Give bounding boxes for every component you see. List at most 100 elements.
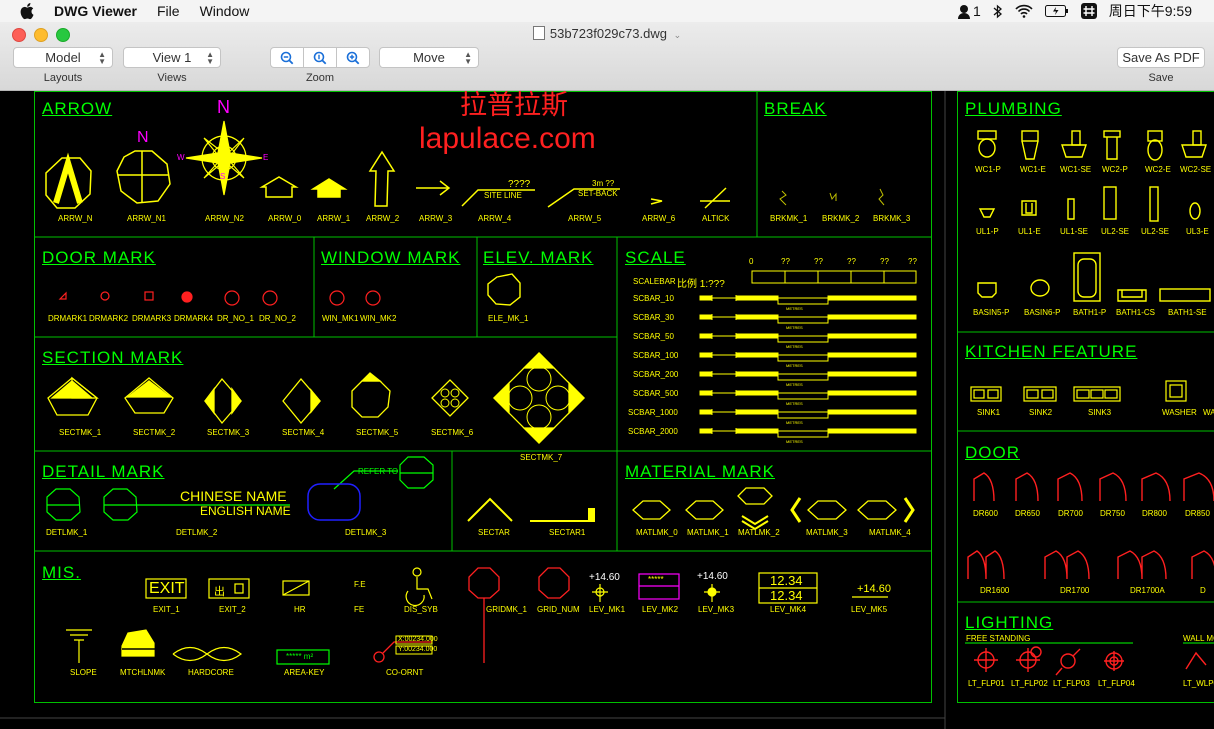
door-symbol-label: DR1600 — [980, 586, 1010, 595]
door-symbol-label: DR750 — [1100, 509, 1125, 518]
scalebar-metres-text: METRES — [786, 382, 803, 387]
chinese-name-text: CHINESE NAME — [180, 488, 287, 504]
door-symbol-label: DR650 — [1015, 509, 1040, 518]
setback-text: SET-BACK — [578, 189, 618, 198]
section-mark-label: SECTMK_2 — [133, 428, 176, 437]
sectar-label: SECTAR — [478, 528, 510, 537]
updown-arrows-icon: ▲ ▼ — [98, 50, 106, 66]
input-method-icon[interactable] — [1080, 3, 1097, 19]
plumbing-symbol-label: WC2-SE — [1180, 165, 1212, 174]
mis-symbol-label: SLOPE — [70, 668, 97, 677]
sectar-label: SECTAR1 — [549, 528, 586, 537]
layouts-select[interactable]: Model ▲ ▼ — [13, 47, 113, 68]
plumbing-symbol-label: WC1-P — [975, 165, 1001, 174]
app-menu[interactable]: DWG Viewer — [54, 3, 137, 19]
door-symbol-label: DR850 — [1185, 509, 1210, 518]
arrow-symbol-label: ARRW_5 — [568, 214, 602, 223]
wall-mounted-text: WALL MO — [1183, 634, 1214, 643]
arrow-symbol-label: ARRW_N1 — [127, 214, 166, 223]
section-mark-label: SECTMK_4 — [282, 428, 325, 437]
scalebar-row-label: SCBAR_500 — [633, 389, 679, 398]
break-symbol-label: BRKMK_3 — [873, 214, 911, 223]
mis-symbol-label: LEV_MK5 — [851, 605, 888, 614]
window-menu[interactable]: Window — [200, 3, 250, 19]
save-as-pdf-button[interactable]: Save As PDF — [1117, 47, 1205, 68]
lighting-symbol-label: LT_WLP01 — [1183, 679, 1214, 688]
arrow-symbol-label: ARRW_2 — [366, 214, 400, 223]
mis-symbol-label: HARDCORE — [188, 668, 234, 677]
battery-icon[interactable] — [1044, 5, 1069, 17]
mis-symbol-label: DIS_SYB — [404, 605, 438, 614]
zoom-actual-icon — [313, 51, 327, 64]
scalebar-metres-text: METRES — [786, 420, 803, 425]
zoom-out-button[interactable] — [271, 48, 304, 67]
drawing-canvas[interactable]: 拉普拉斯 lapulace.com ARROW BREAK PLUMBING D… — [0, 91, 1214, 729]
site-line-text: SITE LINE — [484, 191, 522, 200]
mis-symbol-label: MTCHLNMK — [120, 668, 166, 677]
mis-symbol-label: LEV_MK4 — [770, 605, 807, 614]
west-label: W — [177, 153, 185, 162]
mode-select-value: Move — [413, 50, 445, 65]
scalebar-row-label: SCBAR_1000 — [628, 408, 678, 417]
plumbing-symbol-label: BATH1-CS — [1116, 308, 1155, 317]
scalebar-row: METRES — [699, 314, 917, 330]
file-menu[interactable]: File — [157, 3, 180, 19]
detail-mark-label: DETLMK_1 — [46, 528, 88, 537]
lev3-text: +14.60 — [697, 571, 728, 582]
scalebar-row: METRES — [699, 428, 917, 444]
mis-symbol-label: AREA-KEY — [284, 668, 325, 677]
lev5-text: +14.60 — [857, 583, 891, 595]
clock[interactable]: 周日下午9:59 — [1109, 1, 1192, 21]
site-line-question: ???? — [508, 179, 531, 190]
door-swing-symbol — [1044, 550, 1090, 580]
scalebar-metres-text: METRES — [786, 363, 803, 368]
arrow-symbol-label: ARRW_N2 — [205, 214, 244, 223]
scalebar-row: METRES — [699, 352, 917, 368]
door-mark-label: DR_NO_1 — [217, 314, 254, 323]
scalebar-metres-text: METRES — [786, 439, 803, 444]
arrow-symbol-label: ARRW_6 — [642, 214, 676, 223]
kitchen-symbol-label: SINK1 — [977, 408, 1001, 417]
elev-mark-label: ELE_MK_1 — [488, 314, 529, 323]
mis-symbol-label: LEV_MK1 — [589, 605, 626, 614]
lev1-text: +14.60 — [589, 572, 620, 583]
south-label: S — [220, 172, 226, 181]
chevron-down-icon[interactable]: ⌄ — [674, 30, 682, 40]
updown-arrows-icon: ▲ ▼ — [206, 50, 214, 66]
layouts-select-value: Model — [45, 50, 81, 65]
door-symbol-label: DR700 — [1058, 509, 1083, 518]
mis-symbol-label: GRIDMK_1 — [486, 605, 527, 614]
plumbing-symbol-label: BATH1-P — [1073, 308, 1107, 317]
refer-to-text: REFER TO — [358, 467, 399, 476]
scalebar-row: METRES — [699, 333, 917, 349]
zoom-in-button[interactable] — [337, 48, 369, 67]
zoom-actual-button[interactable] — [304, 48, 337, 67]
mode-select[interactable]: Move ▲ ▼ — [379, 47, 479, 68]
break-symbol-label: BRKMK_2 — [822, 214, 860, 223]
door-symbol-label: DR800 — [1142, 509, 1167, 518]
window-title: 53b723f029c73.dwg ⌄ — [0, 26, 1214, 41]
scalebar-row: METRES — [699, 371, 917, 387]
updown-arrows-icon: ▲ ▼ — [464, 50, 472, 66]
section-mark-label: SECTMK_1 — [59, 428, 102, 437]
material-mark-label: MATLMK_0 — [636, 528, 678, 537]
views-select[interactable]: View 1 ▲ ▼ — [123, 47, 221, 68]
layouts-label: Layouts — [43, 72, 83, 84]
north-label-compass: N — [217, 97, 230, 117]
plumbing-symbol-label: UL1-P — [976, 227, 999, 236]
exit2-sign-text: 出 — [214, 586, 225, 598]
plumbing-symbol-label: UL3-E — [1186, 227, 1209, 236]
notification-count: 1 — [972, 3, 981, 19]
door-swing-symbol — [1099, 472, 1127, 502]
scalebar-row-label: SCBAR_10 — [633, 294, 674, 303]
scalebar-tick-label: ?? — [814, 257, 823, 266]
scalebar-row: METRES — [699, 295, 917, 311]
wifi-icon[interactable] — [1015, 4, 1033, 18]
area-key-text: ***** m² — [286, 652, 314, 661]
apple-logo-icon[interactable] — [20, 3, 34, 20]
bluetooth-icon[interactable] — [993, 4, 1003, 19]
notification-status[interactable]: 1 — [957, 3, 981, 19]
arrow-symbol-label: ARRW_N — [58, 214, 93, 223]
mis-symbol-label: EXIT_1 — [153, 605, 180, 614]
document-icon — [532, 26, 545, 40]
